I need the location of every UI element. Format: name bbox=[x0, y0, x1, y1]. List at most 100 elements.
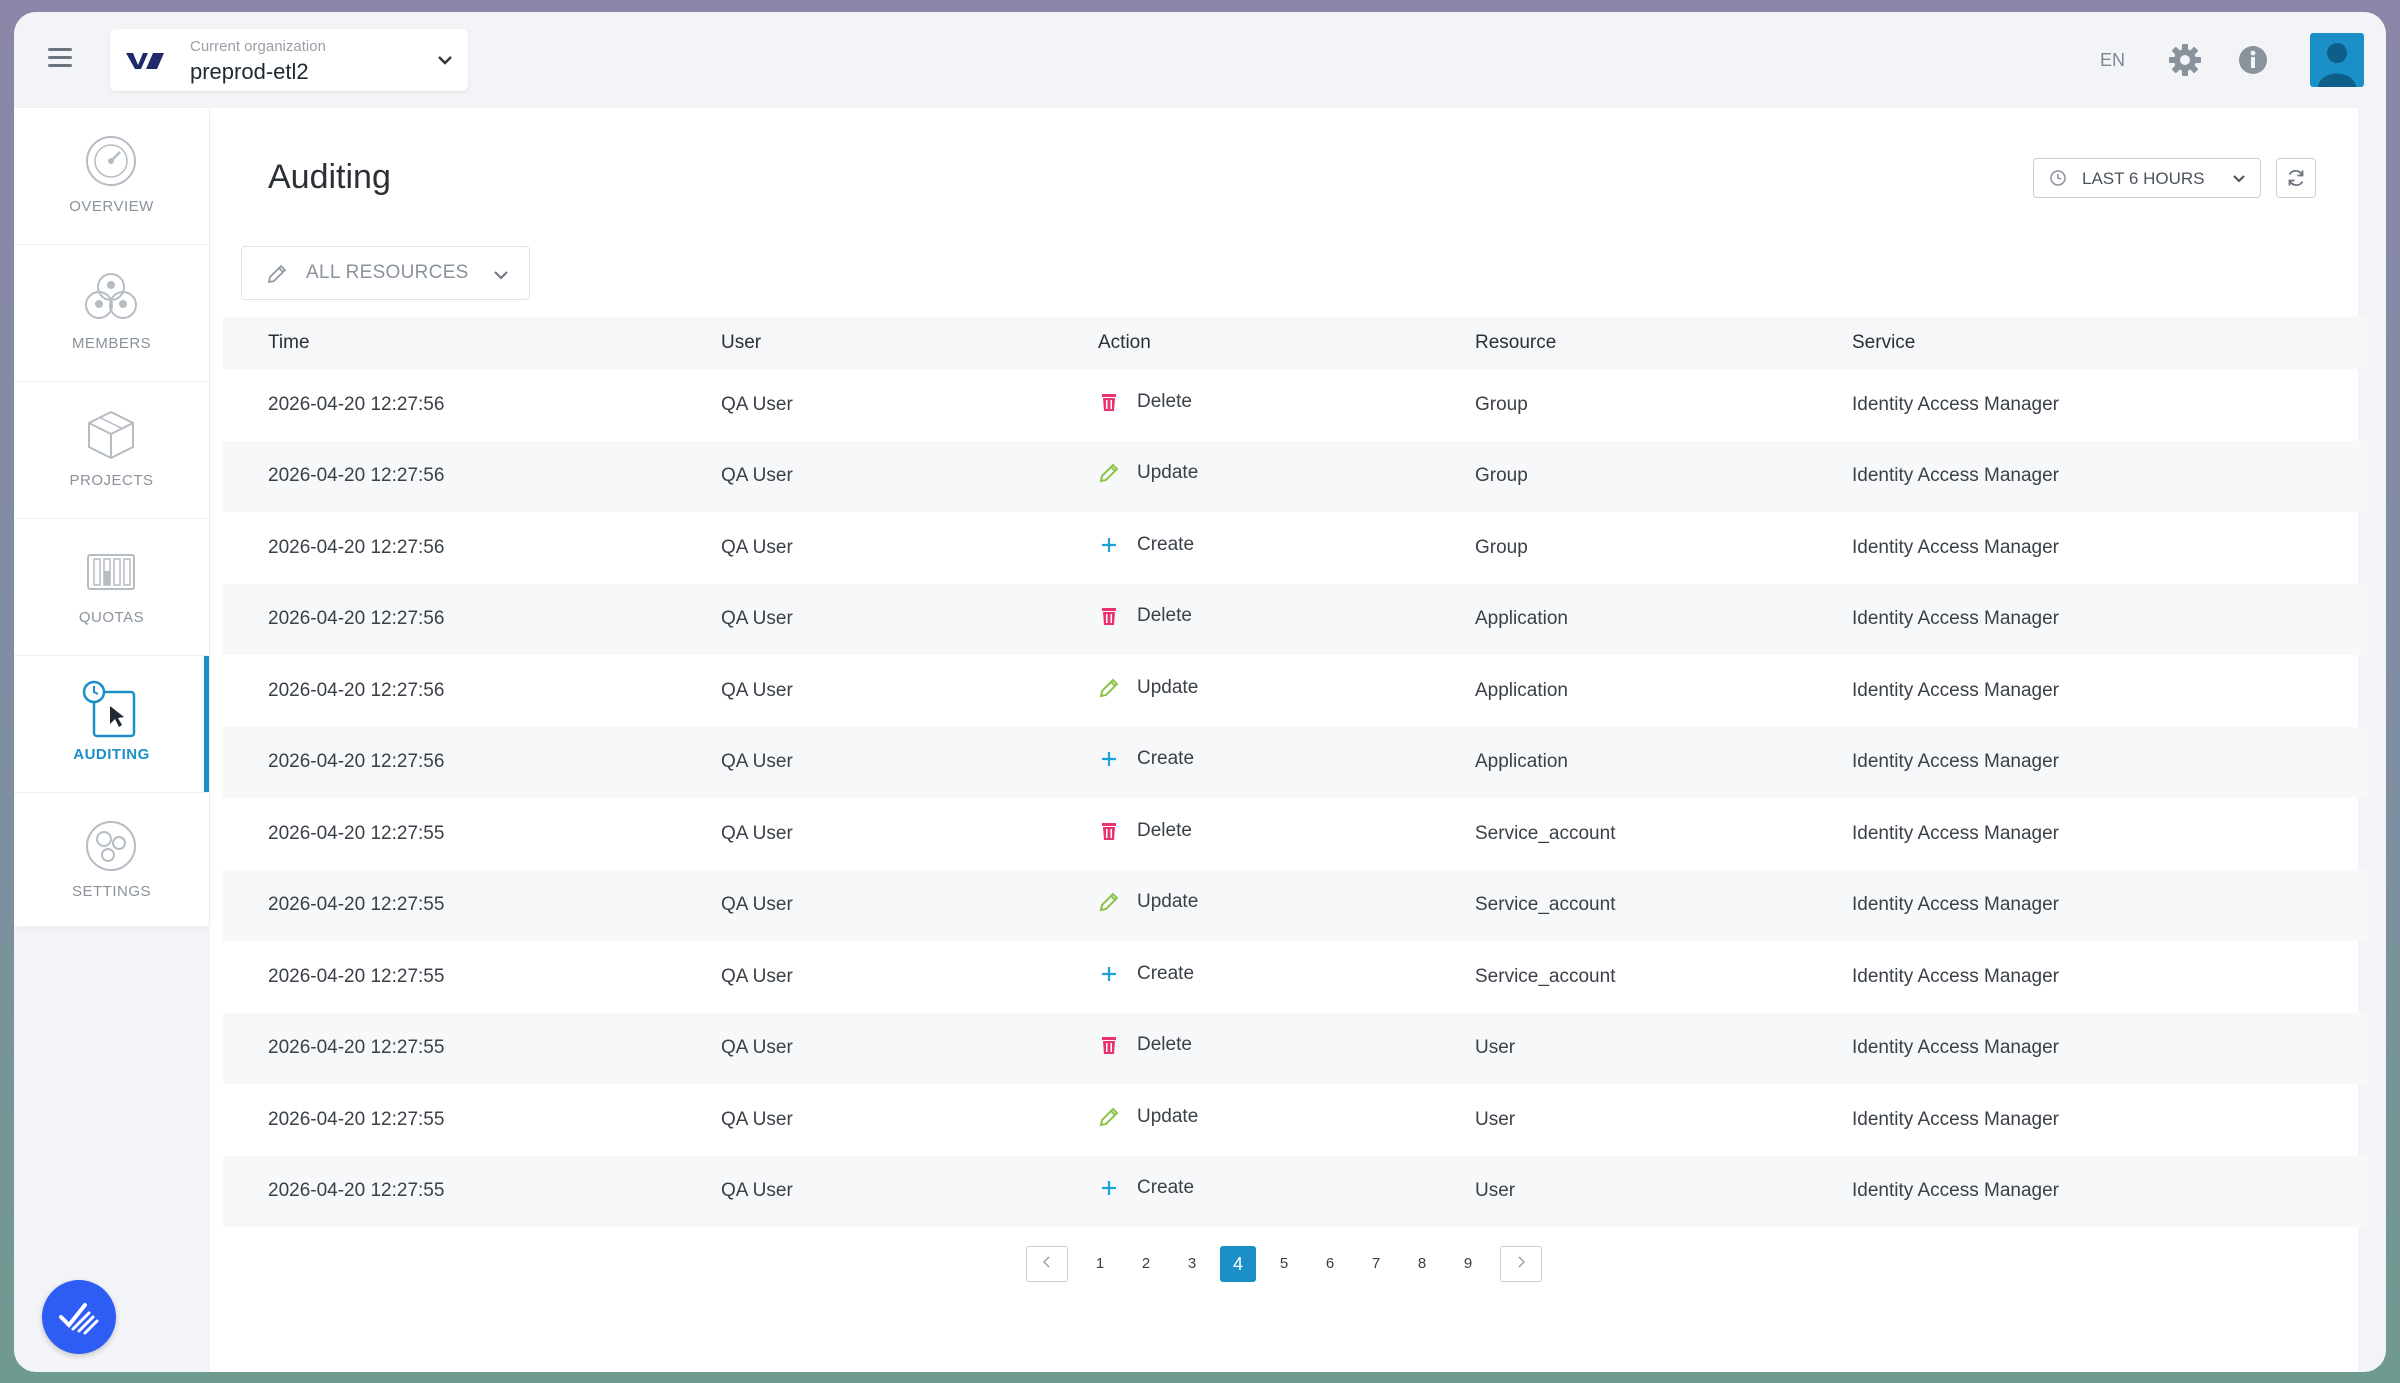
table-row[interactable]: 2026-04-20 12:27:55 QA User Delete Service_… bbox=[223, 798, 2369, 870]
resource-filter-label: ALL RESOURCES bbox=[306, 262, 469, 283]
chevron-down-icon bbox=[438, 56, 452, 65]
cell-user: QA User bbox=[721, 1180, 793, 1202]
column-header-service[interactable]: Service bbox=[1852, 317, 2369, 369]
menu-icon[interactable] bbox=[48, 48, 72, 67]
cell-user: QA User bbox=[721, 1108, 793, 1130]
language-switch[interactable]: EN bbox=[2100, 50, 2125, 71]
cell-service: Identity Access Manager bbox=[1852, 965, 2059, 987]
table-row[interactable]: 2026-04-20 12:27:56 QA User Create Group Ide… bbox=[223, 512, 2369, 584]
table-row[interactable]: 2026-04-20 12:27:55 QA User Update Service_… bbox=[223, 869, 2369, 941]
trash-icon bbox=[1098, 820, 1120, 842]
organization-selector[interactable]: Current organization preprod-etl2 bbox=[110, 29, 468, 91]
cell-action: Delete bbox=[1098, 584, 1475, 656]
sidebar-item-label: SETTINGS bbox=[71, 883, 151, 900]
page-button[interactable]: 9 bbox=[1450, 1246, 1486, 1282]
cell-user: QA User bbox=[721, 751, 793, 773]
gear-icon[interactable] bbox=[2168, 43, 2202, 77]
action-label: Delete bbox=[1098, 605, 1192, 627]
user-icon bbox=[2318, 43, 2356, 87]
chevron-down-icon bbox=[494, 271, 508, 280]
sidebar-item-members[interactable]: MEMBERS bbox=[14, 245, 209, 382]
settings-icon bbox=[86, 821, 136, 871]
cell-time: 2026-04-20 12:27:56 bbox=[268, 536, 445, 558]
resource-filter-dropdown[interactable]: ALL RESOURCES bbox=[241, 246, 530, 300]
time-range-dropdown[interactable]: LAST 6 HOURS bbox=[2033, 158, 2261, 198]
cell-service: Identity Access Manager bbox=[1852, 751, 2059, 773]
page-button[interactable]: 6 bbox=[1312, 1246, 1348, 1282]
members-icon bbox=[85, 273, 137, 319]
app-window: Current organization preprod-etl2 EN OVE… bbox=[14, 12, 2386, 1372]
table-row[interactable]: 2026-04-20 12:27:55 QA User Update User Iden… bbox=[223, 1084, 2369, 1156]
previous-page-button[interactable] bbox=[1025, 1246, 1068, 1282]
cell-user: QA User bbox=[721, 393, 793, 415]
column-header-user[interactable]: User bbox=[721, 317, 1098, 369]
info-icon[interactable] bbox=[2238, 45, 2268, 75]
feedback-button[interactable] bbox=[42, 1280, 116, 1354]
table-row[interactable]: 2026-04-20 12:27:55 QA User Create Service_… bbox=[223, 941, 2369, 1013]
cell-action: Update bbox=[1098, 441, 1475, 513]
cell-service: Identity Access Manager bbox=[1852, 536, 2059, 558]
action-label: Update bbox=[1098, 1106, 1198, 1128]
next-page-button[interactable] bbox=[1500, 1246, 1543, 1282]
cell-time: 2026-04-20 12:27:56 bbox=[268, 393, 445, 415]
cell-service: Identity Access Manager bbox=[1852, 393, 2059, 415]
cell-resource: Application bbox=[1475, 608, 1568, 630]
table-row[interactable]: 2026-04-20 12:27:56 QA User Update Group Ide… bbox=[223, 440, 2369, 513]
action-text: Update bbox=[1137, 462, 1199, 484]
pencil-icon bbox=[1098, 1106, 1120, 1128]
cell-action: Delete bbox=[1098, 1013, 1475, 1085]
trash-icon bbox=[1098, 391, 1120, 413]
trash-icon bbox=[1098, 1034, 1120, 1056]
plus-icon bbox=[1098, 534, 1120, 556]
table-header-row: Time User Action Resource Service bbox=[223, 317, 2369, 369]
cell-time: 2026-04-20 12:27:55 bbox=[268, 894, 445, 916]
cell-service: Identity Access Manager bbox=[1852, 1037, 2059, 1059]
cell-resource: Group bbox=[1475, 393, 1528, 415]
page-button[interactable]: 1 bbox=[1082, 1246, 1118, 1282]
table-row[interactable]: 2026-04-20 12:27:55 QA User Delete User Iden… bbox=[223, 1012, 2369, 1085]
action-text: Delete bbox=[1137, 390, 1192, 412]
cell-action: Update bbox=[1098, 655, 1475, 727]
table-row[interactable]: 2026-04-20 12:27:56 QA User Delete Applicat… bbox=[223, 583, 2369, 656]
top-bar: Current organization preprod-etl2 EN bbox=[14, 12, 2386, 108]
table-row[interactable]: 2026-04-20 12:27:56 QA User Delete Group Ide… bbox=[223, 369, 2369, 441]
column-header-resource[interactable]: Resource bbox=[1475, 317, 1852, 369]
page-button[interactable]: 7 bbox=[1358, 1246, 1394, 1282]
action-label: Delete bbox=[1098, 1034, 1192, 1056]
cell-resource: User bbox=[1475, 1180, 1516, 1202]
sidebar-item-settings[interactable]: SETTINGS bbox=[14, 793, 209, 930]
cell-user: QA User bbox=[721, 536, 793, 558]
table-row[interactable]: 2026-04-20 12:27:56 QA User Create Applicat… bbox=[223, 726, 2369, 798]
page-button[interactable]: 3 bbox=[1174, 1246, 1210, 1282]
action-text: Create bbox=[1137, 962, 1195, 984]
cell-service: Identity Access Manager bbox=[1852, 608, 2059, 630]
action-text: Delete bbox=[1137, 819, 1192, 841]
cell-service: Identity Access Manager bbox=[1852, 1108, 2059, 1130]
refresh-button[interactable] bbox=[2276, 158, 2316, 198]
column-header-time[interactable]: Time bbox=[223, 317, 721, 369]
chevron-down-icon bbox=[2233, 175, 2245, 183]
cell-time: 2026-04-20 12:27:55 bbox=[268, 965, 445, 987]
table-row[interactable]: 2026-04-20 12:27:56 QA User Update Applicat… bbox=[223, 655, 2369, 727]
sidebar-item-auditing[interactable]: AUDITING bbox=[14, 656, 209, 793]
cell-resource: Group bbox=[1475, 536, 1528, 558]
column-header-action[interactable]: Action bbox=[1098, 317, 1475, 369]
page-button[interactable]: 5 bbox=[1266, 1246, 1302, 1282]
page-button[interactable]: 4 bbox=[1220, 1246, 1256, 1282]
table-row[interactable]: 2026-04-20 12:27:55 QA User Create User Iden… bbox=[223, 1155, 2369, 1227]
cell-time: 2026-04-20 12:27:56 bbox=[268, 608, 445, 630]
sidebar-item-projects[interactable]: PROJECTS bbox=[14, 382, 209, 519]
page-button[interactable]: 2 bbox=[1128, 1246, 1164, 1282]
action-text: Delete bbox=[1137, 1034, 1192, 1056]
quotas-icon bbox=[87, 554, 135, 590]
sidebar-item-overview[interactable]: OVERVIEW bbox=[14, 108, 209, 245]
avatar[interactable] bbox=[2310, 33, 2364, 87]
sidebar-item-quotas[interactable]: QUOTAS bbox=[14, 519, 209, 656]
cell-user: QA User bbox=[721, 965, 793, 987]
action-label: Update bbox=[1098, 462, 1198, 484]
cell-time: 2026-04-20 12:27:55 bbox=[268, 822, 445, 844]
sidebar-item-label: PROJECTS bbox=[69, 472, 154, 489]
cell-action: Delete bbox=[1098, 369, 1475, 441]
page-button[interactable]: 8 bbox=[1404, 1246, 1440, 1282]
page-title: Auditing bbox=[268, 158, 391, 196]
